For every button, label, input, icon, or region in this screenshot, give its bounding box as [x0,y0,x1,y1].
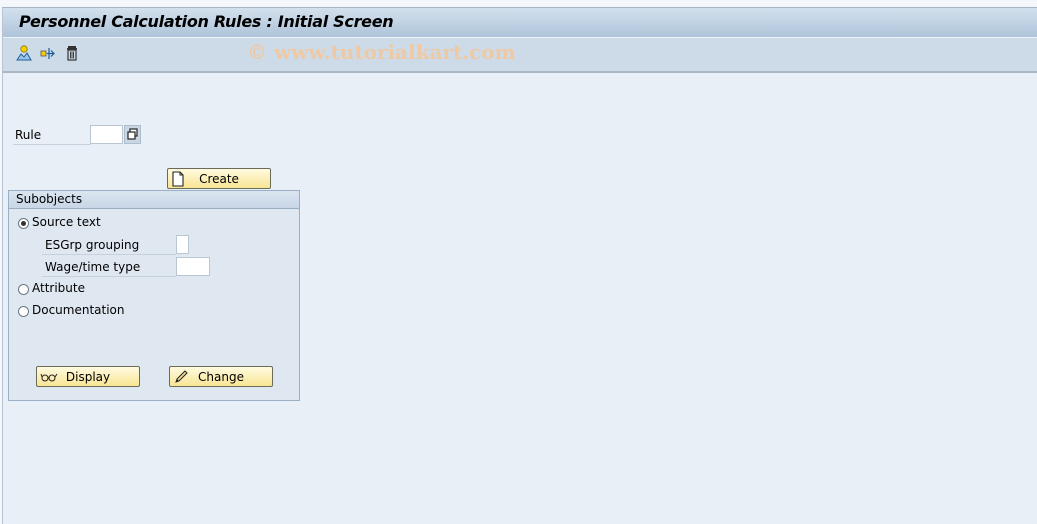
documentation-radio[interactable] [18,306,29,317]
page-title: Personnel Calculation Rules : Initial Sc… [19,12,394,31]
display-button-label: Display [65,370,111,384]
other-object-icon[interactable] [15,44,33,62]
documentation-label: Documentation [32,303,125,317]
subobjects-title: Subobjects [16,192,83,206]
transport-icon[interactable] [39,44,57,62]
value-help-icon[interactable] [124,125,141,144]
application-toolbar: © www.tutorialkart.com [3,38,1037,73]
display-button[interactable]: Display [36,366,140,387]
rule-label-text: Rule [15,128,42,142]
sap-window: Personnel Calculation Rules : Initial Sc… [2,7,1037,524]
esgrp-label-text: ESGrp grouping [45,238,140,252]
attribute-label: Attribute [32,281,85,295]
change-button-label: Change [198,370,244,384]
rule-input[interactable] [90,125,123,144]
title-bar: Personnel Calculation Rules : Initial Sc… [3,8,1037,38]
source-text-radio[interactable] [18,218,29,229]
esgrp-input[interactable] [176,235,189,254]
delete-icon[interactable] [63,44,81,62]
attribute-radio[interactable] [18,284,29,295]
wage-type-label-text: Wage/time type [45,260,141,274]
subobjects-group: Subobjects Source text ESGrp grouping Wa… [8,190,300,401]
wage-type-label: Wage/time type [42,259,176,277]
rule-label: Rule [13,127,91,145]
wage-type-input[interactable] [176,257,210,276]
create-button-label: Create [199,172,239,186]
watermark: © www.tutorialkart.com [247,40,516,64]
change-button[interactable]: Change [169,366,273,387]
source-text-label: Source text [32,215,101,229]
esgrp-label: ESGrp grouping [42,237,176,255]
subobjects-header: Subobjects [9,191,299,209]
create-button[interactable]: Create [167,168,271,189]
